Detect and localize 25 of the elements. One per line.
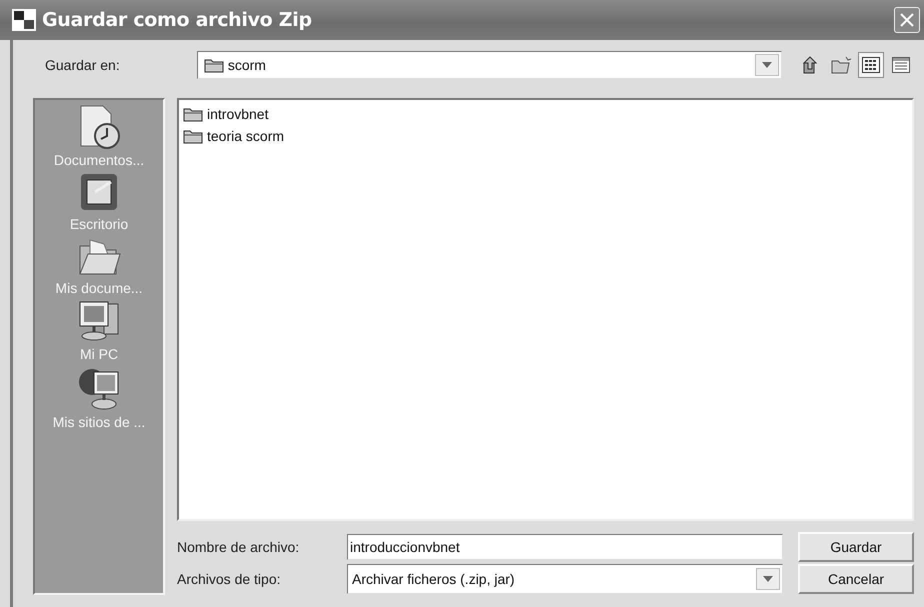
cancel-button[interactable]: Cancelar <box>798 564 914 594</box>
list-view-icon <box>862 57 880 73</box>
folder-item[interactable]: teoria scorm <box>207 128 284 144</box>
details-view-icon <box>892 57 910 73</box>
dropdown-button[interactable] <box>756 568 780 590</box>
dropdown-button[interactable] <box>755 54 779 76</box>
close-icon <box>900 13 914 27</box>
app-icon <box>12 9 36 31</box>
window-title: Guardar como archivo Zip <box>42 9 313 31</box>
save-button[interactable]: Guardar <box>798 532 914 562</box>
toolbar-button[interactable] <box>858 52 884 78</box>
file-name-label: Nombre de archivo: <box>177 539 300 555</box>
new-folder-icon <box>830 56 852 74</box>
file-type-dropdown[interactable]: Archivar ficheros (.zip, jar) <box>347 564 783 594</box>
file-type-label: Archivos de tipo: <box>177 571 282 587</box>
close-button[interactable] <box>894 7 920 33</box>
file-name-field[interactable]: introduccionvbnet <box>347 534 783 560</box>
folder-icon <box>183 128 203 144</box>
caret-icon <box>763 576 773 582</box>
folder-icon <box>183 106 203 122</box>
look-in-dropdown[interactable]: scorm <box>196 51 782 79</box>
folder-item[interactable]: introvbnet <box>207 106 268 122</box>
look-in-label: Guardar en: <box>44 57 121 73</box>
caret-icon <box>762 62 772 68</box>
folder-icon <box>204 57 224 73</box>
